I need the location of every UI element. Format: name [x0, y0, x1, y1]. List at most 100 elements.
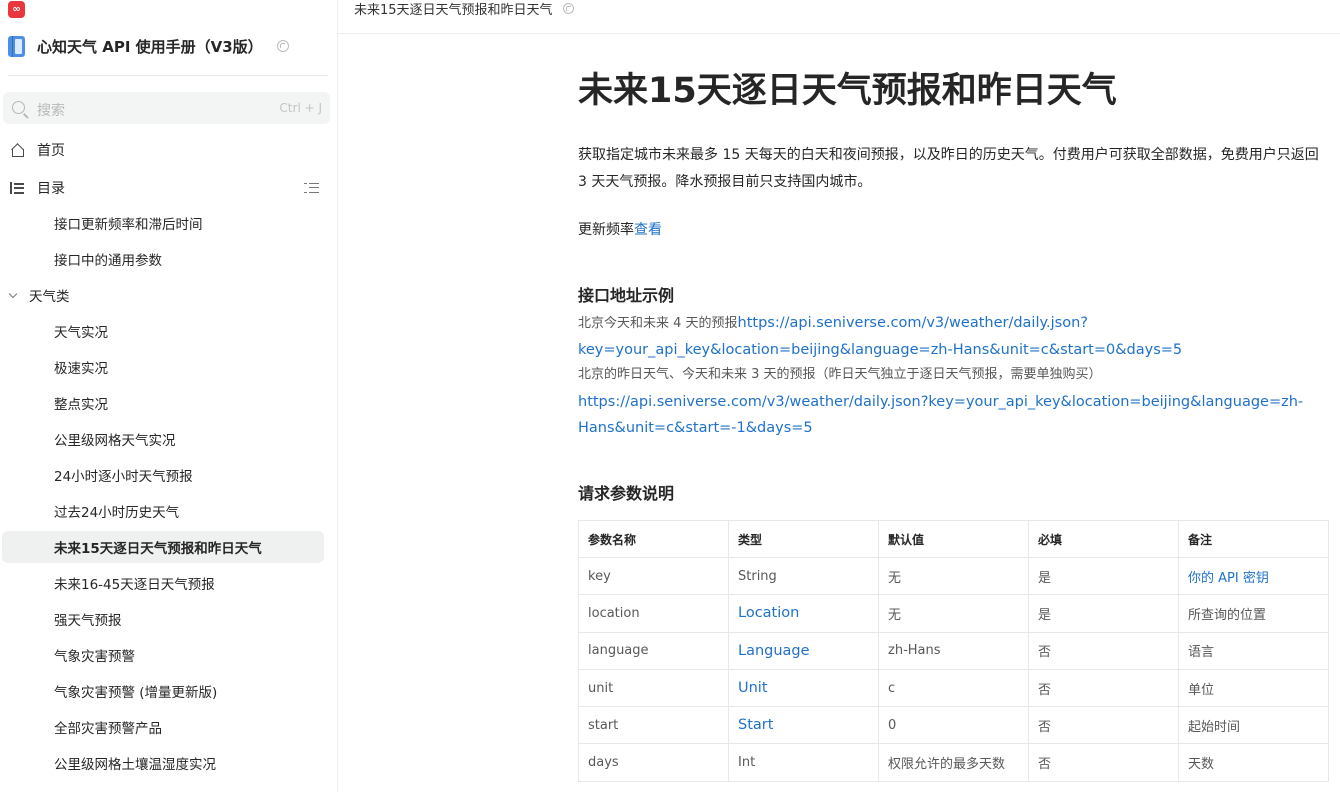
sidebar: ∞ 心知天气 API 使用手册（V3版） 搜索 Ctrl + J 首页 目录 接…: [0, 0, 338, 792]
section-heading-params: 请求参数说明: [578, 484, 675, 503]
table-row: location Location 无 是 所查询的位置: [578, 594, 1329, 633]
search-placeholder: 搜索: [37, 103, 65, 119]
book-icon: [8, 35, 25, 57]
table-cell: c: [878, 668, 1029, 708]
table-cell: 否: [1028, 631, 1179, 670]
column-header: 默认值: [878, 520, 1029, 558]
table-cell: 所查询的位置: [1178, 594, 1329, 633]
sidebar-item-label: 公里级网格土壤温湿度实况: [54, 757, 216, 773]
update-frequency-label: 更新频率: [578, 222, 634, 238]
table-cell: Int: [728, 743, 879, 782]
table-row: key String 无 是 你的 API 密钥: [578, 556, 1329, 596]
sidebar-group-weather[interactable]: 天气类: [0, 279, 330, 311]
table-cell: 否: [1028, 706, 1179, 745]
column-header: 备注: [1178, 520, 1329, 558]
example1-label: 北京今天和未来 4 天的预报: [578, 316, 738, 331]
sidebar-item-label: 天气实况: [54, 325, 108, 341]
sidebar-item[interactable]: 天气实况: [0, 315, 330, 347]
table-cell: 权限允许的最多天数: [878, 743, 1029, 782]
sidebar-item-label: 接口中的通用参数: [54, 253, 162, 269]
intro-paragraph: 获取指定城市未来最多 15 天每天的白天和夜间预报，以及昨日的历史天气。付费用户…: [578, 147, 1319, 190]
sidebar-item-active[interactable]: 未来15天逐日天气预报和昨日天气: [2, 531, 324, 563]
table-row: days Int 权限允许的最多天数 否 天数: [578, 743, 1329, 782]
sidebar-item-label: 气象灾害预警 (增量更新版): [54, 685, 218, 701]
sidebar-item-home[interactable]: 首页: [0, 134, 330, 166]
section-heading-api: 接口地址示例: [578, 286, 675, 305]
sidebar-item[interactable]: 接口更新频率和滞后时间: [0, 207, 330, 239]
table-cell: 是: [1028, 594, 1179, 633]
table-cell: language: [578, 631, 729, 670]
column-header: 必填: [1028, 520, 1179, 558]
search-icon: [12, 101, 25, 114]
example1: 北京今天和未来 4 天的预报https://api.seniverse.com/…: [578, 310, 1088, 337]
table-row: language Language zh-Hans 否 语言: [578, 631, 1329, 670]
table-header-row: 参数名称 类型 默认值 必填 备注: [578, 520, 1329, 558]
example1-url-link-cont[interactable]: key=your_api_key&location=beijing&langua…: [578, 337, 1182, 363]
example2-url-link-cont[interactable]: Hans&unit=c&start=-1&days=5: [578, 415, 813, 441]
share-icon[interactable]: [562, 2, 574, 14]
toc-expand-icon[interactable]: [304, 182, 319, 194]
table-cell: unit: [578, 668, 729, 708]
table-cell: zh-Hans: [878, 631, 1029, 670]
table-cell: days: [578, 743, 729, 782]
app-logo-icon[interactable]: ∞: [8, 1, 25, 18]
search-shortcut: Ctrl + J: [279, 101, 322, 115]
update-frequency: 更新频率查看: [578, 219, 662, 239]
table-cell: 无: [878, 556, 1029, 596]
breadcrumb-title: 未来15天逐日天气预报和昨日天气: [354, 2, 553, 18]
breadcrumb: 未来15天逐日天气预报和昨日天气: [354, 0, 574, 18]
toc-icon: [10, 182, 24, 194]
sidebar-item[interactable]: 未来16-45天逐日天气预报: [0, 567, 330, 599]
table-cell: 语言: [1178, 631, 1329, 670]
sidebar-item[interactable]: 强天气预报: [0, 603, 330, 635]
share-icon[interactable]: [276, 40, 289, 52]
sidebar-item[interactable]: 公里级网格天气实况: [0, 423, 330, 455]
api-key-link[interactable]: 你的 API 密钥: [1178, 556, 1329, 596]
table-cell: start: [578, 706, 729, 745]
sidebar-item-label: 气象灾害预警: [54, 649, 135, 665]
type-link[interactable]: Location: [728, 594, 879, 633]
sidebar-item-label: 整点实况: [54, 397, 108, 413]
table-row: unit Unit c 否 单位: [578, 668, 1329, 708]
book-header[interactable]: 心知天气 API 使用手册（V3版）: [8, 34, 289, 58]
update-frequency-link[interactable]: 查看: [634, 222, 662, 238]
sidebar-item-toc[interactable]: 目录: [0, 172, 330, 204]
table-cell: 是: [1028, 556, 1179, 596]
book-title: 心知天气 API 使用手册（V3版）: [37, 37, 263, 56]
sidebar-item[interactable]: 公里级网格土壤温湿度实况: [0, 747, 330, 779]
type-link[interactable]: Start: [728, 706, 879, 745]
table-cell: key: [578, 556, 729, 596]
table-cell: 单位: [1178, 668, 1329, 708]
home-icon: [10, 143, 24, 157]
sidebar-item-label: 全部灾害预警产品: [54, 721, 162, 737]
sidebar-item-label: 目录: [37, 181, 65, 197]
sidebar-item[interactable]: 气象灾害预警 (增量更新版): [0, 675, 330, 707]
example1-url-link[interactable]: https://api.seniverse.com/v3/weather/dai…: [738, 315, 1088, 331]
table-row: start Start 0 否 起始时间: [578, 706, 1329, 745]
search-input[interactable]: 搜索 Ctrl + J: [3, 92, 330, 124]
sidebar-item[interactable]: 接口中的通用参数: [0, 243, 330, 275]
sidebar-item[interactable]: 极速实况: [0, 351, 330, 383]
sidebar-item[interactable]: 整点实况: [0, 387, 330, 419]
table-cell: String: [728, 556, 879, 596]
params-table: 参数名称 类型 默认值 必填 备注 key String 无 是 你的 API …: [578, 520, 1329, 782]
sidebar-divider: [8, 75, 328, 76]
sidebar-item[interactable]: 过去24小时历史天气: [0, 495, 330, 527]
sidebar-item-label: 强天气预报: [54, 613, 122, 629]
sidebar-item-label: 接口更新频率和滞后时间: [54, 217, 203, 233]
column-header: 参数名称: [578, 520, 729, 558]
table-cell: location: [578, 594, 729, 633]
sidebar-group-label: 天气类: [29, 289, 70, 305]
sidebar-item[interactable]: 全部灾害预警产品: [0, 711, 330, 743]
header-divider: [338, 33, 1340, 34]
sidebar-item-label: 24小时逐小时天气预报: [54, 469, 193, 485]
table-cell: 0: [878, 706, 1029, 745]
sidebar-item[interactable]: 气象灾害预警: [0, 639, 330, 671]
type-link[interactable]: Language: [728, 631, 879, 670]
sidebar-item[interactable]: 24小时逐小时天气预报: [0, 459, 330, 491]
type-link[interactable]: Unit: [728, 668, 879, 708]
sidebar-item-label: 未来15天逐日天气预报和昨日天气: [54, 541, 262, 557]
example2-url-link[interactable]: https://api.seniverse.com/v3/weather/dai…: [578, 389, 1303, 415]
sidebar-item-label: 首页: [37, 143, 65, 159]
page-title: 未来15天逐日天气预报和昨日天气: [578, 71, 1117, 111]
